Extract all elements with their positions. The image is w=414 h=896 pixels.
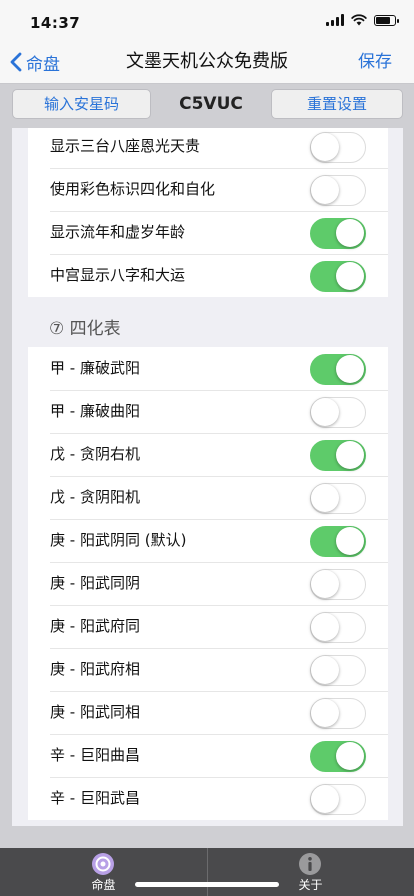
toggle-switch[interactable] xyxy=(310,354,366,385)
enter-code-button[interactable]: 输入安星码 xyxy=(12,89,151,119)
settings-row: 庚 - 阳武同相 xyxy=(28,691,388,734)
settings-row: 庚 - 阳武同阴 xyxy=(28,562,388,605)
row-label: 庚 - 阳武阴同 (默认) xyxy=(50,531,187,549)
settings-row: 庚 - 阳武阴同 (默认) xyxy=(28,519,388,562)
settings-row: 中宫显示八字和大运 xyxy=(28,254,388,297)
settings-row: 辛 - 巨阳曲昌 xyxy=(28,734,388,777)
save-button[interactable]: 保存 xyxy=(358,40,392,84)
row-label: 庚 - 阳武府同 xyxy=(50,617,140,635)
toolbar: 输入安星码 C5VUC 重置设置 xyxy=(0,84,414,128)
home-indicator xyxy=(135,882,279,887)
settings-row: 显示流年和虚岁年龄 xyxy=(28,211,388,254)
toggle-switch[interactable] xyxy=(310,655,366,686)
row-label: 显示流年和虚岁年龄 xyxy=(50,223,186,241)
row-label: 庚 - 阳武同相 xyxy=(50,703,140,721)
navigation-bar: 命盘 文墨天机公众免费版 保存 xyxy=(0,40,414,84)
sihua-group: 甲 - 廉破武阳 甲 - 廉破曲阳 戊 - 贪阴右机 戊 - 贪阴阳机 庚 - … xyxy=(28,347,388,820)
settings-row: 庚 - 阳武府同 xyxy=(28,605,388,648)
back-button[interactable]: 命盘 xyxy=(10,40,60,84)
settings-row: 戊 - 贪阴阳机 xyxy=(28,476,388,519)
chevron-left-icon xyxy=(10,52,22,72)
toggle-switch[interactable] xyxy=(310,261,366,292)
star-code: C5VUC xyxy=(179,94,243,114)
info-icon xyxy=(299,853,321,875)
settings-row: 甲 - 廉破曲阳 xyxy=(28,390,388,433)
tab-chart[interactable]: 命盘 xyxy=(0,848,207,896)
row-label: 辛 - 巨阳武昌 xyxy=(50,789,140,807)
disc-icon xyxy=(92,853,114,875)
toggle-switch[interactable] xyxy=(310,218,366,249)
toggle-switch[interactable] xyxy=(310,612,366,643)
row-label: 甲 - 廉破武阳 xyxy=(50,359,140,377)
toggle-switch[interactable] xyxy=(310,175,366,206)
row-label: 戊 - 贪阴阳机 xyxy=(50,488,140,506)
status-icons xyxy=(326,14,399,26)
row-label: 甲 - 廉破曲阳 xyxy=(50,402,140,420)
page-title: 文墨天机公众免费版 xyxy=(126,51,288,72)
toggle-switch[interactable] xyxy=(310,132,366,163)
toggle-switch[interactable] xyxy=(310,440,366,471)
settings-scroll-view[interactable]: 显示三台八座恩光天贵 使用彩色标识四化和自化 显示流年和虚岁年龄 中宫显示八字和… xyxy=(12,128,403,826)
toggle-switch[interactable] xyxy=(310,741,366,772)
back-label: 命盘 xyxy=(26,54,60,75)
row-label: 显示三台八座恩光天贵 xyxy=(50,137,201,155)
settings-row: 显示三台八座恩光天贵 xyxy=(28,128,388,168)
settings-row: 戊 - 贪阴右机 xyxy=(28,433,388,476)
section-header: ⑦ 四化表 xyxy=(49,319,121,339)
row-label: 使用彩色标识四化和自化 xyxy=(50,180,216,198)
cellular-signal-icon xyxy=(326,14,344,26)
status-bar: 14:37 xyxy=(0,0,414,40)
toggle-switch[interactable] xyxy=(310,569,366,600)
reset-settings-button[interactable]: 重置设置 xyxy=(271,89,403,119)
row-label: 戊 - 贪阴右机 xyxy=(50,445,140,463)
toggle-switch[interactable] xyxy=(310,483,366,514)
battery-icon xyxy=(374,14,399,26)
toggle-switch[interactable] xyxy=(310,698,366,729)
row-label: 庚 - 阳武同阴 xyxy=(50,574,140,592)
row-label: 辛 - 巨阳曲昌 xyxy=(50,746,140,764)
tab-bar: 命盘 关于 xyxy=(0,848,414,896)
settings-row: 辛 - 巨阳武昌 xyxy=(28,777,388,820)
toggle-switch[interactable] xyxy=(310,526,366,557)
toggle-switch[interactable] xyxy=(310,397,366,428)
tab-about[interactable]: 关于 xyxy=(207,848,414,896)
wifi-icon xyxy=(351,14,367,26)
toggle-switch[interactable] xyxy=(310,784,366,815)
status-time: 14:37 xyxy=(30,14,81,32)
row-label: 中宫显示八字和大运 xyxy=(50,266,186,284)
row-label: 庚 - 阳武府相 xyxy=(50,660,140,678)
settings-row: 甲 - 廉破武阳 xyxy=(28,347,388,390)
settings-row: 使用彩色标识四化和自化 xyxy=(28,168,388,211)
settings-row: 庚 - 阳武府相 xyxy=(28,648,388,691)
settings-group: 显示三台八座恩光天贵 使用彩色标识四化和自化 显示流年和虚岁年龄 中宫显示八字和… xyxy=(28,128,388,297)
